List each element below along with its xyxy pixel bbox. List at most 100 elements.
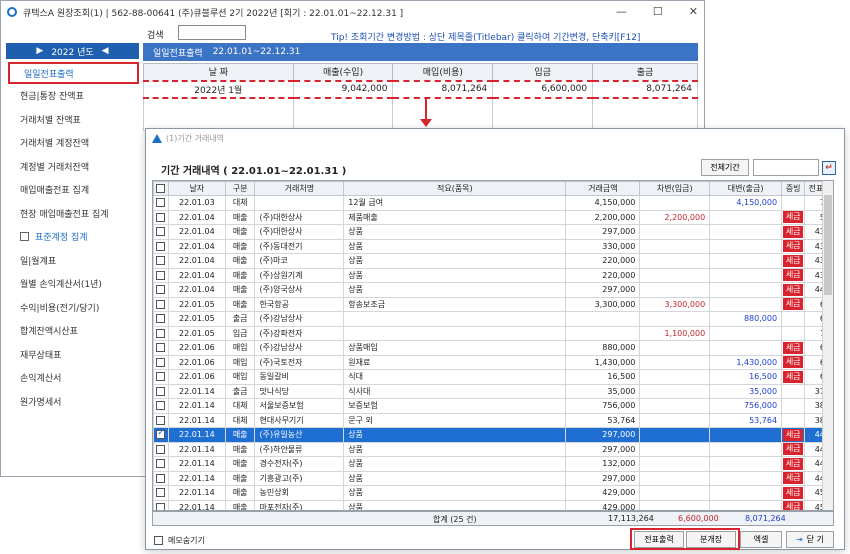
row-checkbox-cell[interactable] xyxy=(153,282,169,298)
table-row[interactable]: 22.01.14대체서울보증보험보증보험756,000756,000381 xyxy=(153,398,833,414)
search-go-icon[interactable]: ↵ xyxy=(822,161,836,175)
sidebar-item-9[interactable]: 월별 손익계산서(1년) xyxy=(6,272,139,296)
table-row[interactable]: 22.01.05출금(주)강남상사880,00068 xyxy=(153,311,833,327)
grid-header-2[interactable]: 구분 xyxy=(224,181,256,196)
table-row[interactable]: 22.01.05입금(주)강파전자1,100,00070 xyxy=(153,325,833,341)
row-checkbox-cell[interactable] xyxy=(153,412,169,428)
close-button[interactable]: ⇥ 닫 기 xyxy=(786,531,834,548)
grid-header-0[interactable] xyxy=(153,181,169,196)
minimize-icon[interactable]: — xyxy=(616,5,627,18)
row-checkbox-cell[interactable] xyxy=(153,470,169,486)
dialog-search-input[interactable] xyxy=(753,159,819,176)
table-row[interactable]: 22.01.14매출(주)하얀물류상품297,000세금445 xyxy=(153,441,833,457)
table-row[interactable]: 22.01.04매출(주)동대전기상품330,000세금435 xyxy=(153,238,833,254)
table-row[interactable]: 22.01.06 매입 (주)국토전자 원재료 1,430,000 1,430,000 세금… xyxy=(153,354,833,370)
sidebar-item-3[interactable]: 거래처별 계정잔액 xyxy=(6,131,139,155)
row-checkbox-cell[interactable] xyxy=(153,340,169,356)
grid-header-3[interactable]: 거래처명 xyxy=(254,181,345,196)
row-checkbox[interactable] xyxy=(156,415,166,425)
sidebar-item-1[interactable]: 현금|통장 잔액표 xyxy=(6,84,139,108)
row-checkbox[interactable] xyxy=(156,256,166,266)
row-checkbox-cell[interactable] xyxy=(153,238,169,254)
hide-memo-checkbox[interactable]: 메모숨기기 xyxy=(154,535,205,546)
table-row[interactable]: 22.01.14매출경수전자(주)상품132,000세금447 xyxy=(153,456,833,472)
row-checkbox[interactable] xyxy=(156,241,166,251)
table-row[interactable]: 22.01.14대체현대사무기기문구 외53,76453,764383 xyxy=(153,412,833,428)
sidebar-item-2[interactable]: 거래처별 잔액표 xyxy=(6,108,139,132)
row-checkbox[interactable] xyxy=(156,285,166,295)
row-checkbox[interactable] xyxy=(156,502,166,510)
table-row[interactable]: 22.01.14매출농민상회상품429,000세금451 xyxy=(153,485,833,501)
table-row[interactable]: 22.01.04매출(주)상원기계상품220,000세금439 xyxy=(153,267,833,283)
sidebar-item-8[interactable]: 일|월계표 xyxy=(6,249,139,273)
sidebar-item-12[interactable]: 재무상태표 xyxy=(6,343,139,367)
row-checkbox[interactable] xyxy=(156,444,166,454)
sidebar-item-10[interactable]: 수익|비용(전기/당기) xyxy=(6,296,139,320)
grid-header-1[interactable]: 날자 xyxy=(167,181,226,196)
row-checkbox-cell[interactable] xyxy=(153,296,169,312)
grid-scrollbar[interactable] xyxy=(822,181,833,510)
row-checkbox-cell[interactable] xyxy=(153,499,169,510)
row-checkbox[interactable] xyxy=(156,314,166,324)
row-checkbox[interactable] xyxy=(156,357,166,367)
close-icon[interactable]: ✕ xyxy=(689,5,698,18)
row-checkbox[interactable] xyxy=(156,212,166,222)
row-checkbox[interactable] xyxy=(156,198,166,208)
row-checkbox-cell[interactable] xyxy=(153,209,169,225)
row-checkbox[interactable] xyxy=(156,270,166,280)
grid-header-7[interactable]: 대변(출금) xyxy=(709,181,783,196)
year-selector[interactable]: ▶ 2022 년도 ◀ xyxy=(6,43,139,59)
main-titlebar[interactable]: 큐텍스A 원장조회(1) | 562-88-00641 (주)큐블루션 2기 2… xyxy=(1,1,704,23)
row-checkbox-cell[interactable] xyxy=(153,311,169,327)
table-row[interactable]: 22.01.06매입(주)강남상사상품매입880,000세금62 xyxy=(153,340,833,356)
row-checkbox[interactable] xyxy=(156,488,166,498)
table-row[interactable]: 22.01.06매입동일갈비식대16,50016,500세금66 xyxy=(153,369,833,385)
row-checkbox[interactable] xyxy=(156,372,166,382)
excel-button[interactable]: 엑셀 xyxy=(740,531,782,548)
row-checkbox-cell[interactable] xyxy=(153,441,169,457)
table-row[interactable]: 22.01.05매출한국항공항송보조금3,300,0003,300,000세금6… xyxy=(153,296,833,312)
row-checkbox-cell[interactable] xyxy=(153,369,169,385)
table-row[interactable]: 22.01.04 매출 (주)대한상사 제품매출 2,200,000 2,200,000 세… xyxy=(153,209,833,225)
row-checkbox[interactable] xyxy=(156,299,166,309)
row-checkbox[interactable] xyxy=(156,328,166,338)
table-row[interactable]: 22.01.04매출(주)양국상사상품297,000세금441 xyxy=(153,282,833,298)
row-checkbox[interactable] xyxy=(156,343,166,353)
row-checkbox[interactable] xyxy=(156,473,166,483)
row-checkbox-cell[interactable] xyxy=(153,383,169,399)
all-period-button[interactable]: 전체기간 xyxy=(701,159,749,176)
table-row[interactable]: 22.01.14출금맛나식당식사대35,00035,000379 xyxy=(153,383,833,399)
memo-checkbox-box[interactable] xyxy=(154,536,163,545)
table-row[interactable]: 22.01.14매출(주)유일농산상품297,000세금443 xyxy=(153,427,833,443)
prev-year-icon[interactable]: ▶ xyxy=(36,46,43,56)
summary-row[interactable]: 2022년 1월 9,042,000 8,071,264 6,600,000 8… xyxy=(143,79,698,99)
row-checkbox-cell[interactable] xyxy=(153,267,169,283)
grid-header-6[interactable]: 차변(입금) xyxy=(639,181,711,196)
row-checkbox-cell[interactable] xyxy=(153,427,169,443)
sidebar-item-13[interactable]: 손익계산서 xyxy=(6,366,139,390)
slip-print-button[interactable]: 전표출력 xyxy=(634,531,684,548)
scroll-thumb[interactable] xyxy=(824,195,832,295)
row-checkbox-cell[interactable] xyxy=(153,253,169,269)
sidebar-item-6[interactable]: 현장 매입매출전표 집계 xyxy=(6,202,139,226)
maximize-icon[interactable]: ☐ xyxy=(653,5,663,18)
row-checkbox-cell[interactable] xyxy=(153,354,169,370)
row-checkbox-cell[interactable] xyxy=(153,485,169,501)
grid-header-8[interactable]: 증빙 xyxy=(781,181,806,196)
row-checkbox-cell[interactable] xyxy=(153,224,169,240)
table-row[interactable]: 22.01.04매출(주)대한상사상품297,000세금433 xyxy=(153,224,833,240)
row-checkbox-cell[interactable] xyxy=(153,325,169,341)
table-row[interactable]: 22.01.14매출기흥광고(주)상품297,000세금449 xyxy=(153,470,833,486)
grid-header-5[interactable]: 거래금액 xyxy=(565,181,641,196)
table-row[interactable]: 22.01.03대체12월 급여4,150,0004,150,00074 xyxy=(153,195,833,211)
row-checkbox[interactable] xyxy=(156,401,166,411)
journal-button[interactable]: 분개장 xyxy=(686,531,736,548)
sidebar-item-5[interactable]: 매입매출전표 집계 xyxy=(6,178,139,202)
row-checkbox-cell[interactable] xyxy=(153,398,169,414)
sidebar-item-7[interactable]: 표준계정 집계 xyxy=(6,225,139,249)
row-checkbox[interactable] xyxy=(156,386,166,396)
sidebar-checkbox[interactable] xyxy=(20,232,29,242)
sidebar-item-0[interactable]: 일일전표출력 xyxy=(8,62,139,84)
search-input[interactable] xyxy=(178,25,246,40)
select-all-checkbox[interactable] xyxy=(156,184,166,193)
